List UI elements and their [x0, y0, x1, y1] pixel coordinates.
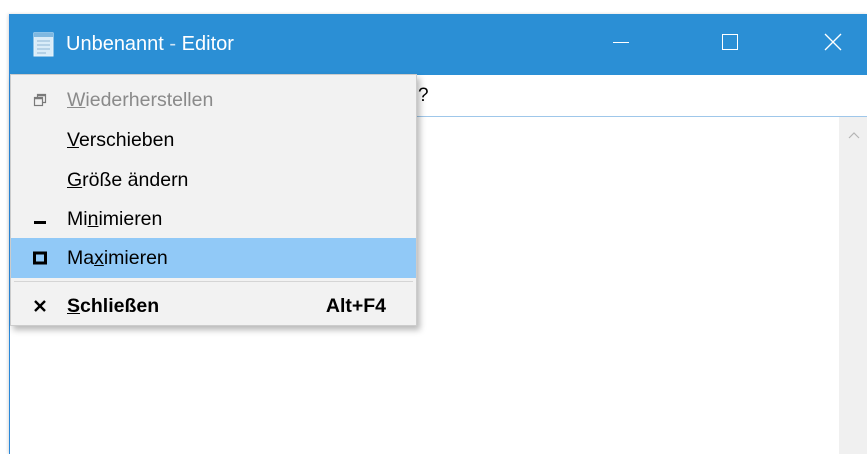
minimize-button[interactable]: [586, 14, 656, 75]
maximize-button[interactable]: [695, 14, 765, 75]
shortcut-label: Alt+F4: [325, 295, 386, 317]
menu-item-label: Maximieren: [67, 247, 168, 269]
notepad-app-icon[interactable]: [31, 32, 56, 57]
menu-item-close[interactable]: Schließen Alt+F4: [11, 286, 416, 326]
menu-item-label: Schließen: [67, 295, 160, 317]
menu-item-label: Minimieren: [67, 208, 163, 230]
menu-item-restore[interactable]: Wiederherstellen: [11, 80, 416, 120]
scroll-up-button[interactable]: [839, 117, 867, 153]
window-title: Unbenannt - Editor: [66, 31, 234, 57]
menu-item-minimize[interactable]: Minimieren: [11, 199, 416, 239]
close-icon: [824, 33, 842, 56]
menu-item-label: Größe ändern: [67, 169, 189, 191]
menu-item-label: Wiederherstellen: [67, 89, 214, 111]
menu-help[interactable]: ?: [418, 85, 429, 107]
minimize-icon: [613, 34, 629, 55]
document-name: Unbenannt: [66, 33, 164, 55]
maximize-icon: [29, 238, 51, 278]
chevron-up-icon: [848, 126, 860, 144]
restore-icon: [29, 80, 51, 120]
title-separator: -: [163, 33, 182, 55]
menu-item-move[interactable]: Verschieben: [11, 120, 416, 160]
menu-item-resize[interactable]: Größe ändern: [11, 160, 416, 200]
minimize-icon: [29, 199, 51, 239]
menu-item-label: Verschieben: [67, 129, 175, 151]
close-icon: [29, 286, 51, 326]
vertical-scrollbar[interactable]: [839, 117, 867, 454]
system-menu: Wiederherstellen Verschieben Größe änder…: [10, 74, 417, 326]
menu-separator: [14, 281, 413, 282]
close-button[interactable]: [798, 14, 867, 75]
menu-item-maximize[interactable]: Maximieren: [11, 238, 416, 278]
title-bar[interactable]: Unbenannt - Editor: [10, 14, 867, 75]
app-name: Editor: [181, 33, 234, 55]
maximize-icon: [722, 34, 738, 55]
